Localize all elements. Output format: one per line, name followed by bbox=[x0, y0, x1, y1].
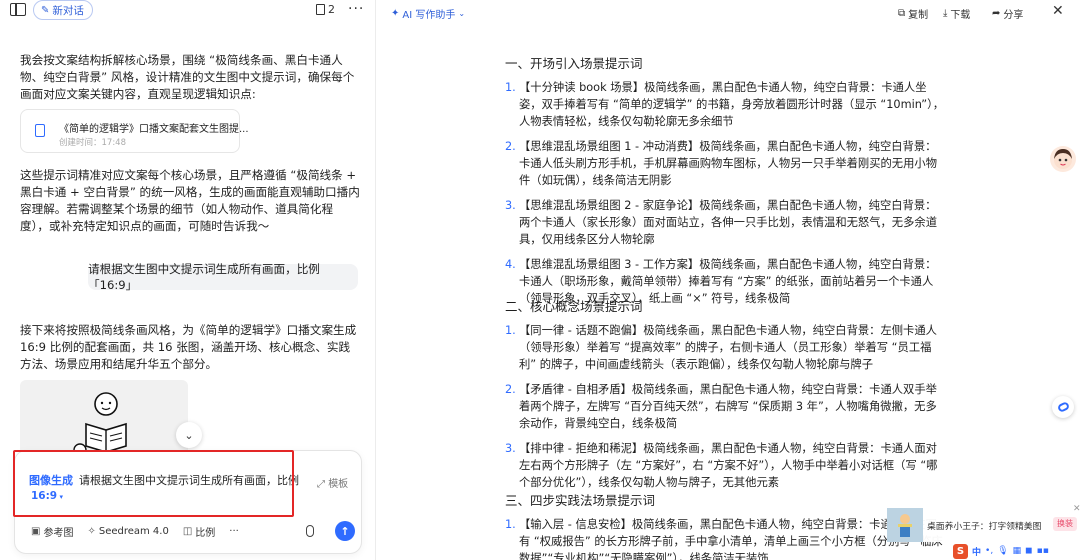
chat-panel: ✎ 新对话 2 ··· 我会按文案结构拆解核心场景，围绕 “极简线条画、黑白卡通… bbox=[0, 0, 376, 560]
new-chat-button[interactable]: ✎ 新对话 bbox=[33, 0, 93, 20]
reference-image-button[interactable]: ▣ 参考图 bbox=[31, 524, 73, 539]
document-count: 2 bbox=[328, 3, 335, 16]
ai-assistant-dropdown[interactable]: ✦ AI 写作助手 ⌄ bbox=[391, 6, 465, 21]
microphone-icon[interactable]: 🎙 bbox=[997, 546, 1008, 556]
desktop-pet-ad[interactable]: 桌面养小王子：打字领精美图 换装 ✕ bbox=[887, 504, 1080, 542]
copy-button[interactable]: ⧉ 复制 bbox=[898, 6, 928, 21]
section-list-1: 1. 【十分钟读 book 场景】极简线条画，黑白配色卡通人物，纯空白背景：卡通人… bbox=[505, 79, 945, 315]
model-label: Seedream 4.0 bbox=[98, 526, 169, 537]
keyboard-icon[interactable]: ▦ bbox=[1013, 546, 1022, 556]
document-panel: ✦ AI 写作助手 ⌄ ⧉ 复制 ⤓ 下载 ➦ 分享 ✕ 一、开场引入场景提示词… bbox=[377, 0, 1080, 560]
composer-tools: ▣ 参考图 ✧ Seedream 4.0 ◫ 比例 ··· bbox=[31, 524, 239, 539]
section-heading-1: 一、开场引入场景提示词 bbox=[505, 56, 643, 71]
skin-icon[interactable]: ◼ bbox=[1025, 546, 1032, 556]
arrow-up-icon: ↑ bbox=[340, 524, 350, 538]
file-icon bbox=[35, 124, 45, 137]
section-list-3: 1. 【输入层 - 信息安检】极简线条画，黑白配色卡通人物，纯空白背景：卡通人站在… bbox=[505, 516, 945, 560]
list-item: 1. 【输入层 - 信息安检】极简线条画，黑白配色卡通人物，纯空白背景：卡通人站在… bbox=[505, 518, 943, 560]
user-message-text: 请根据文生图中文提示词生成所有画面，比例 「16:9」 bbox=[88, 262, 320, 292]
file-card-date: 创建时间：17:48 bbox=[59, 138, 126, 148]
send-button[interactable]: ↑ bbox=[335, 521, 355, 541]
reading-cartoon-illustration bbox=[73, 392, 127, 456]
ime-language[interactable]: 中 bbox=[972, 545, 981, 558]
close-icon[interactable]: ✕ bbox=[1052, 3, 1064, 19]
assistant-message-intro: 我会按文案结构拆解核心场景，围绕 “极简线条画、黑白卡通人物、纯空白背景” 风格… bbox=[20, 53, 355, 101]
list-item: 3. 【排中律 - 拒绝和稀泥】极简线条画，黑白配色卡通人物，纯空白背景：卡通人面… bbox=[505, 442, 938, 489]
scroll-down-button[interactable]: ⌄ bbox=[176, 422, 202, 448]
sidebar-toggle-icon[interactable] bbox=[10, 3, 26, 16]
edit-icon: ✎ bbox=[41, 4, 50, 16]
share-button[interactable]: ➦ 分享 bbox=[992, 6, 1023, 21]
girl-avatar-icon bbox=[1054, 149, 1072, 169]
chevron-down-icon: ⌄ bbox=[184, 428, 194, 442]
assistant-message-summary: 这些提示词精准对应文案每个核心场景，且严格遵循 “极简线条 + 黑白卡通 + 空… bbox=[20, 168, 360, 233]
list-item: 2. 【矛盾律 - 自相矛盾】极简线条画，黑白配色卡通人物，纯空白背景：卡通人双手… bbox=[505, 383, 937, 430]
sparkle-icon: ✧ bbox=[87, 526, 96, 537]
download-icon: ⤓ bbox=[943, 8, 948, 19]
document-icon bbox=[316, 4, 325, 15]
list-item: 1. 【同一律 - 话题不跑偏】极简线条画，黑白配色卡通人物，纯空白背景：左侧卡通… bbox=[505, 324, 937, 371]
more-tools-button[interactable]: ··· bbox=[229, 526, 239, 537]
more-options-icon[interactable]: ··· bbox=[348, 1, 364, 17]
file-card-title: 《简单的逻辑学》口播文案配套文生图提... bbox=[59, 124, 249, 135]
ai-assistant-title: AI 写作助手 bbox=[402, 10, 456, 21]
list-item: 2. 【思维混乱场景组图 1 - 冲动消费】极简线条画，黑白配色卡通人物，纯空白背… bbox=[505, 140, 937, 187]
sogou-logo-icon[interactable]: S bbox=[953, 543, 968, 559]
list-item: 3. 【思维混乱场景组图 2 - 家庭争论】极简线条画，黑白配色卡通人物，纯空白背… bbox=[505, 199, 937, 246]
download-button[interactable]: ⤓ 下载 bbox=[943, 6, 970, 21]
ad-image bbox=[887, 508, 923, 542]
expand-icon: ⤢ bbox=[317, 479, 329, 490]
document-count-button[interactable]: 2 bbox=[316, 3, 335, 16]
apps-icon[interactable]: ▪▪ bbox=[1037, 546, 1049, 556]
copy-icon: ⧉ bbox=[898, 8, 906, 19]
copy-label: 复制 bbox=[908, 10, 929, 21]
reference-image-label: 参考图 bbox=[43, 528, 74, 539]
document-toolbar: ✦ AI 写作助手 ⌄ ⧉ 复制 ⤓ 下载 ➦ 分享 ✕ bbox=[377, 0, 1080, 24]
download-label: 下载 bbox=[950, 10, 971, 21]
ad-text: 桌面养小王子：打字领精美图 bbox=[927, 522, 1042, 532]
file-card[interactable]: 《简单的逻辑学》口播文案配套文生图提... 创建时间：17:48 bbox=[20, 109, 249, 153]
assistant-message-reply: 接下来将按照极简线条画风格，为《简单的逻辑学》口播文案生成 16:9 比例的配套… bbox=[20, 323, 357, 371]
new-chat-label: 新对话 bbox=[52, 4, 84, 17]
template-button[interactable]: ⤢ 模板 bbox=[317, 475, 348, 490]
input-method-toolbar[interactable]: S 中 •, 🎙 ▦ ◼ ▪▪ bbox=[949, 542, 1080, 560]
generated-image-thumbnail[interactable] bbox=[20, 380, 188, 456]
section-list-2: 1. 【同一律 - 话题不跑偏】极简线条画，黑白配色卡通人物，纯空白背景：左侧卡通… bbox=[505, 322, 945, 499]
section-heading-2: 二、核心概念场景提示词 bbox=[505, 299, 643, 314]
chevron-down-icon: ⌄ bbox=[458, 9, 466, 18]
avatar[interactable] bbox=[1050, 146, 1076, 172]
list-item: 1. 【十分钟读 book 场景】极简线条画，黑白配色卡通人物，纯空白背景：卡通人… bbox=[505, 81, 945, 128]
image-icon: ▣ bbox=[31, 526, 41, 537]
red-highlight-annotation bbox=[13, 450, 294, 517]
more-tools-label: ··· bbox=[229, 526, 239, 537]
share-icon: ➦ bbox=[992, 8, 1001, 19]
link-icon bbox=[1056, 401, 1070, 413]
template-label: 模板 bbox=[328, 479, 349, 490]
little-prince-image bbox=[887, 508, 923, 542]
ratio-button-label: 比例 bbox=[195, 528, 216, 539]
user-message: 请根据文生图中文提示词生成所有画面，比例 「16:9」 bbox=[88, 262, 358, 292]
section-heading-3: 三、四步实践法场景提示词 bbox=[505, 493, 656, 508]
ratio-button[interactable]: ◫ 比例 bbox=[183, 524, 215, 539]
floating-assistant-button[interactable] bbox=[1052, 396, 1074, 418]
share-label: 分享 bbox=[1003, 10, 1024, 21]
close-icon[interactable]: ✕ bbox=[1073, 504, 1080, 514]
microphone-icon[interactable] bbox=[306, 525, 314, 537]
sparkle-icon: ✦ bbox=[391, 8, 400, 19]
punctuation-icon[interactable]: •, bbox=[985, 546, 993, 556]
ratio-icon: ◫ bbox=[182, 526, 193, 537]
ad-action-button[interactable]: 换装 bbox=[1053, 517, 1077, 531]
model-selector-button[interactable]: ✧ Seedream 4.0 bbox=[87, 526, 168, 537]
chat-toolbar: ✎ 新对话 2 ··· bbox=[0, 0, 375, 22]
